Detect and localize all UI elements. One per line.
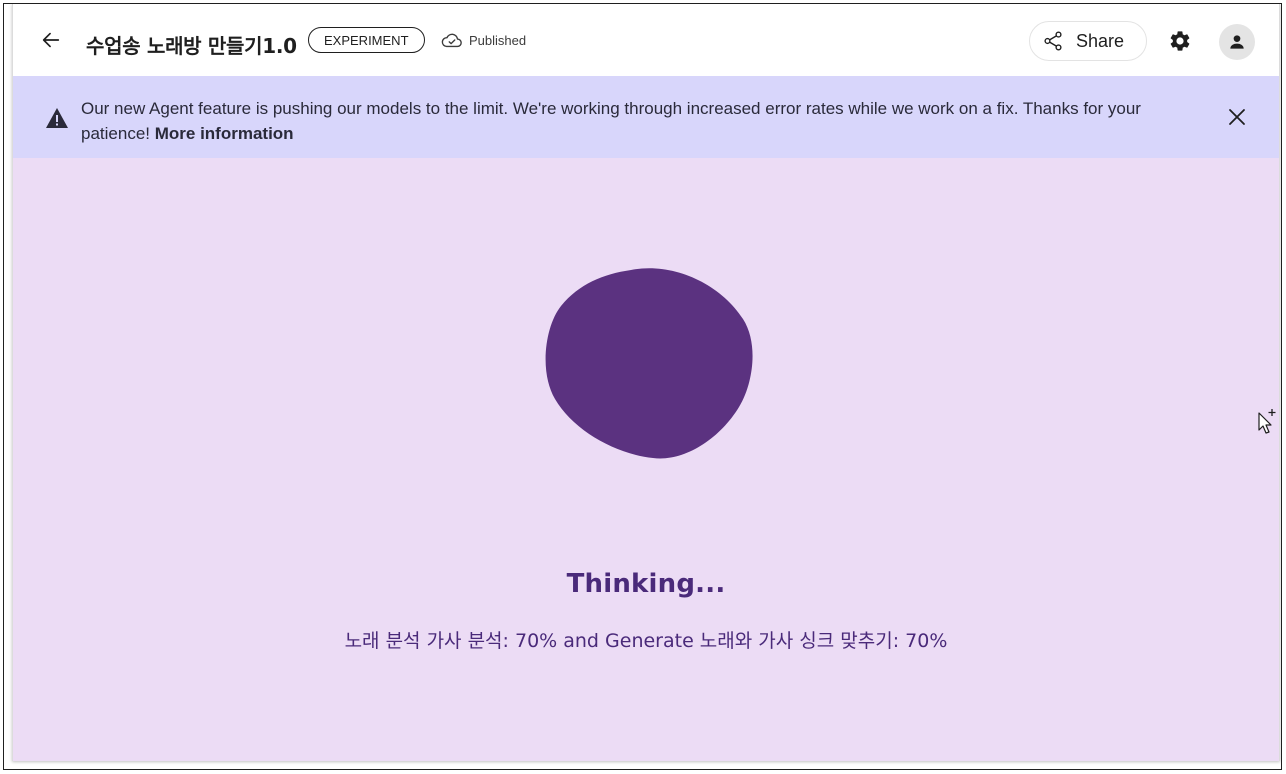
progress-status: 노래 분석 가사 분석: 70% and Generate 노래와 가사 싱크 …	[344, 630, 948, 652]
app-header: 수업송 노래방 만들기1.0 EXPERIMENT Published Shar…	[13, 4, 1279, 76]
publish-status-label: Published	[469, 32, 527, 48]
browser-frame: 수업송 노래방 만들기1.0 EXPERIMENT Published Shar…	[3, 3, 1282, 770]
cloud-done-icon	[441, 33, 462, 48]
warning-icon	[46, 108, 68, 128]
app-window: 수업송 노래방 만들기1.0 EXPERIMENT Published Shar…	[12, 4, 1280, 761]
mouse-cursor-icon	[1258, 409, 1276, 434]
banner-close-button[interactable]	[1227, 107, 1247, 127]
arrow-left-icon	[42, 32, 60, 48]
experiment-badge: EXPERIMENT	[308, 27, 425, 53]
loading-blob	[545, 268, 753, 459]
close-icon	[1229, 109, 1245, 125]
gear-icon	[1170, 31, 1190, 51]
share-button-label: Share	[1076, 30, 1125, 51]
notice-banner: Our new Agent feature is pushing our mod…	[13, 76, 1279, 158]
person-icon	[1230, 35, 1244, 49]
app-title: 수업송 노래방 만들기1.0	[86, 34, 297, 58]
settings-button[interactable]	[1168, 29, 1192, 53]
avatar[interactable]	[1219, 24, 1255, 60]
share-button[interactable]: Share	[1029, 21, 1147, 61]
share-icon	[1044, 31, 1062, 51]
thinking-heading: Thinking...	[566, 569, 726, 599]
more-information-link[interactable]: More information	[155, 124, 294, 143]
publish-status: Published	[441, 31, 526, 49]
main-content: Thinking... 노래 분석 가사 분석: 70% and Generat…	[13, 158, 1279, 761]
banner-message: Our new Agent feature is pushing our mod…	[81, 96, 1171, 146]
back-button[interactable]	[37, 26, 65, 54]
